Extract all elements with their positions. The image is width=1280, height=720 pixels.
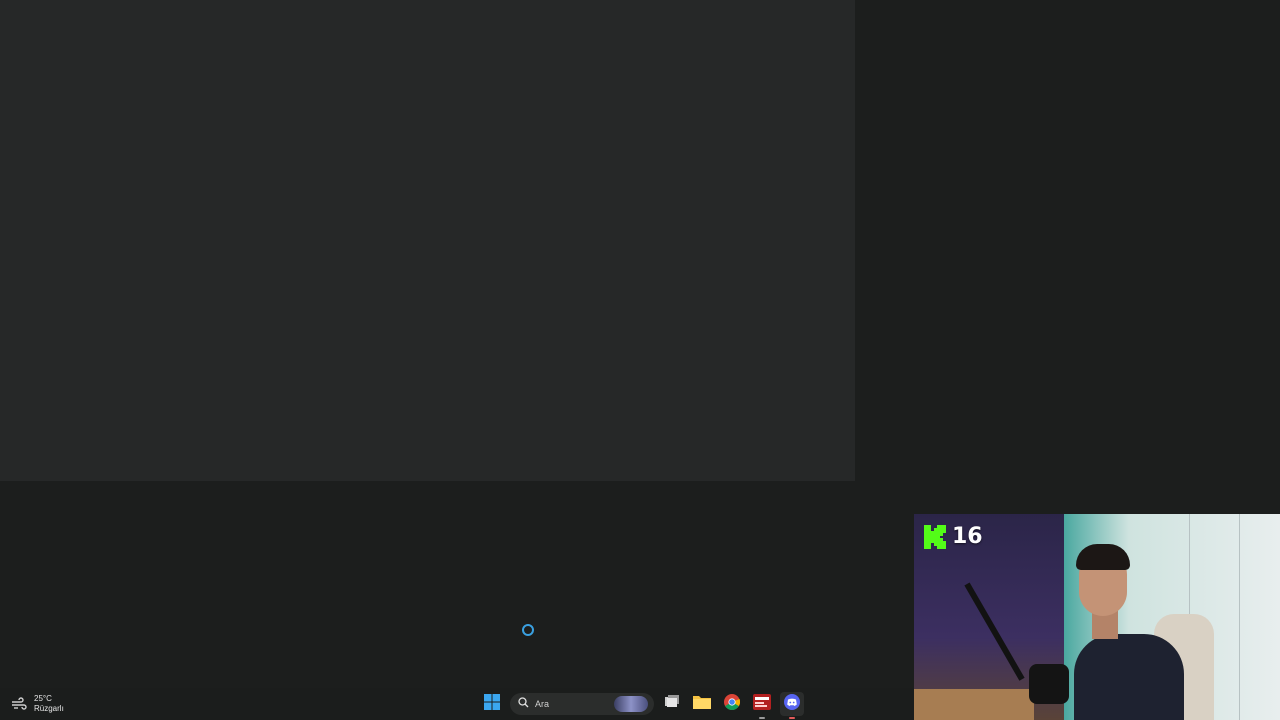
kick-logo-icon [924, 524, 946, 549]
app-window-blank [0, 0, 855, 481]
wind-icon [10, 695, 28, 713]
streamer-body [1074, 634, 1184, 720]
weather-condition: Rüzgarlı [34, 704, 64, 713]
search-icon [518, 695, 529, 713]
webcam-overlay: 16 [914, 514, 1280, 720]
folder-icon [693, 694, 711, 714]
weather-temperature: 25°C [34, 694, 52, 703]
viewer-badge: 16 [924, 524, 983, 549]
app-icon [753, 693, 771, 715]
windows-logo-icon [484, 693, 500, 715]
discord-icon [784, 693, 800, 715]
weather-text: 25°C Rüzgarlı [34, 694, 64, 714]
task-view-icon [664, 694, 680, 714]
file-explorer-button[interactable] [690, 692, 714, 716]
search-input[interactable]: Ara [510, 693, 654, 715]
viewer-count: 16 [952, 524, 983, 549]
taskbar: 25°C Rüzgarlı Ara [0, 688, 914, 720]
search-placeholder: Ara [535, 699, 550, 709]
loading-cursor-icon [522, 624, 534, 636]
streamer-hair [1076, 544, 1130, 570]
start-button[interactable] [480, 692, 504, 716]
desktop: 16 25°C Rüzgarlı Ara [0, 0, 1280, 720]
desk [914, 689, 1034, 720]
microphone [1029, 664, 1069, 704]
chrome-button[interactable] [720, 692, 744, 716]
discord-button[interactable] [780, 692, 804, 719]
task-view-button[interactable] [660, 692, 684, 716]
running-indicator [759, 717, 765, 719]
weather-widget[interactable]: 25°C Rüzgarlı [10, 694, 64, 714]
search-highlight-image [614, 696, 648, 712]
running-indicator [789, 717, 795, 719]
wall-panel-line [1239, 514, 1240, 720]
taskbar-apps: Ara [480, 692, 804, 719]
chrome-icon [724, 693, 741, 715]
app-button[interactable] [750, 692, 774, 719]
